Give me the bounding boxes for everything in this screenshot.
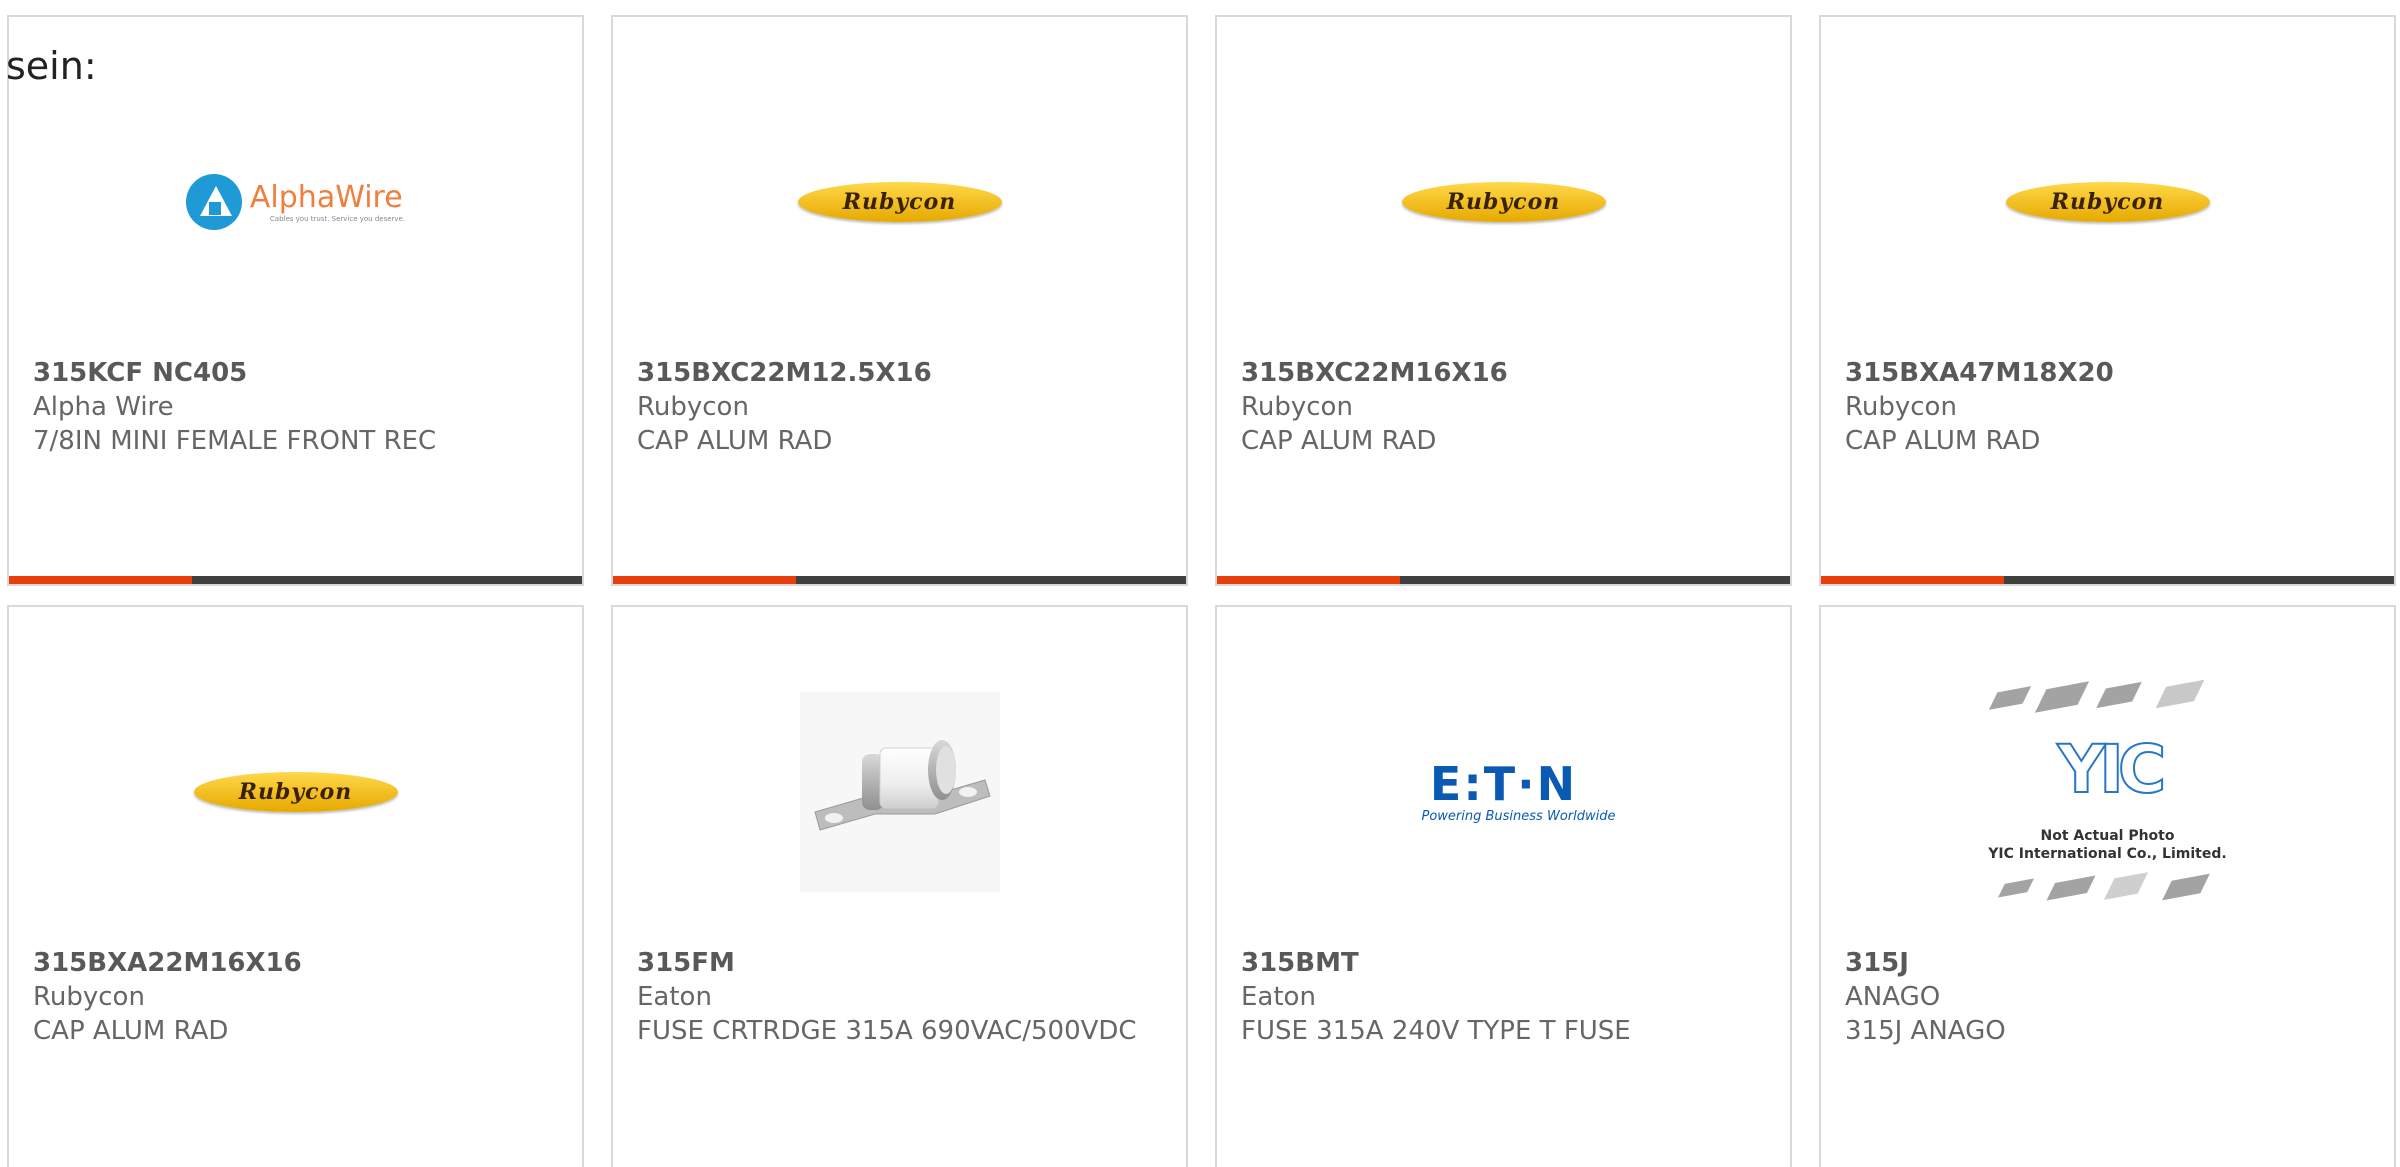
product-card[interactable]: E:T·N Powering Business Worldwide 315BMT… bbox=[1215, 605, 1792, 1167]
product-card[interactable]: Rubycon 315BXA22M16X16 Rubycon CAP ALUM … bbox=[7, 605, 584, 1167]
product-card[interactable]: YIC Not Actual Photo YIC International C… bbox=[1819, 605, 2396, 1167]
manufacturer-name: Eaton bbox=[1241, 982, 1316, 1012]
eaton-logo: E:T·N Powering Business Worldwide bbox=[1392, 761, 1616, 824]
manufacturer-name: ANAGO bbox=[1845, 982, 1941, 1012]
manufacturer-name: Rubycon bbox=[33, 982, 145, 1012]
manufacturer-name: Eaton bbox=[637, 982, 712, 1012]
product-description: CAP ALUM RAD bbox=[1241, 426, 1437, 456]
product-image[interactable]: Rubycon bbox=[613, 77, 1186, 327]
chip-icon bbox=[2045, 875, 2096, 901]
card-bottom-bar bbox=[1821, 576, 2394, 584]
manufacturer-name: Rubycon bbox=[1241, 392, 1353, 422]
product-info: 315BXA47M18X20 Rubycon CAP ALUM RAD bbox=[1845, 356, 2374, 458]
product-image[interactable] bbox=[613, 667, 1186, 917]
card-bottom-bar bbox=[1217, 576, 1790, 584]
yic-placeholder-image: YIC Not Actual Photo YIC International C… bbox=[1973, 667, 2243, 917]
chip-icon bbox=[2155, 679, 2204, 709]
card-bottom-bar bbox=[9, 576, 582, 584]
manufacturer-name: Alpha Wire bbox=[33, 392, 174, 422]
alphawire-logo-tagline: Cables you trust. Service you deserve. bbox=[269, 215, 406, 223]
part-number-link[interactable]: 315J bbox=[1845, 946, 2374, 980]
product-card[interactable]: Rubycon 315BXA47M18X20 Rubycon CAP ALUM … bbox=[1819, 15, 2396, 586]
product-image[interactable]: AlphaWire Cables you trust. Service you … bbox=[9, 77, 582, 327]
yic-note-line1: Not Actual Photo bbox=[2040, 828, 2175, 844]
product-info: 315FM Eaton FUSE CRTRDGE 315A 690VAC/500… bbox=[637, 946, 1166, 1048]
product-description: CAP ALUM RAD bbox=[33, 1016, 229, 1046]
card-accent-bar bbox=[1821, 576, 2004, 584]
product-card[interactable]: Rubycon 315BXC22M12.5X16 Rubycon CAP ALU… bbox=[611, 15, 1188, 586]
part-number-link[interactable]: 315BXC22M12.5X16 bbox=[637, 356, 1166, 390]
chip-icon bbox=[2103, 872, 2148, 900]
page: sein: AlphaWire Cables you trust. Servic… bbox=[0, 0, 2400, 1167]
card-accent-bar bbox=[613, 576, 796, 584]
product-description: CAP ALUM RAD bbox=[1845, 426, 2041, 456]
eaton-logo-text: E:T·N bbox=[1429, 756, 1578, 811]
manufacturer-name: Rubycon bbox=[637, 392, 749, 422]
product-card[interactable]: 315FM Eaton FUSE CRTRDGE 315A 690VAC/500… bbox=[611, 605, 1188, 1167]
chip-icon bbox=[1988, 686, 2031, 710]
card-accent-bar bbox=[9, 576, 192, 584]
product-image[interactable]: YIC Not Actual Photo YIC International C… bbox=[1821, 667, 2394, 917]
product-card[interactable]: AlphaWire Cables you trust. Service you … bbox=[7, 15, 584, 586]
product-image[interactable]: Rubycon bbox=[1217, 77, 1790, 327]
product-info: 315J ANAGO 315J ANAGO bbox=[1845, 946, 2374, 1048]
chip-icon bbox=[2161, 873, 2210, 901]
rubycon-logo: Rubycon bbox=[193, 772, 398, 812]
product-image[interactable]: E:T·N Powering Business Worldwide bbox=[1217, 667, 1790, 917]
product-info: 315BXA22M16X16 Rubycon CAP ALUM RAD bbox=[33, 946, 562, 1048]
yic-note-line2: YIC International Co., Limited. bbox=[1988, 846, 2227, 862]
fuse-cartridge-icon bbox=[813, 740, 991, 831]
product-grid: AlphaWire Cables you trust. Service you … bbox=[0, 0, 2400, 1167]
product-info: 315BXC22M16X16 Rubycon CAP ALUM RAD bbox=[1241, 356, 1770, 458]
alphawire-logo-text: AlphaWire bbox=[249, 180, 403, 215]
part-number-link[interactable]: 315BMT bbox=[1241, 946, 1770, 980]
product-info: 315BXC22M12.5X16 Rubycon CAP ALUM RAD bbox=[637, 356, 1166, 458]
product-description: FUSE 315A 240V TYPE T FUSE bbox=[1241, 1016, 1631, 1046]
product-card[interactable]: Rubycon 315BXC22M16X16 Rubycon CAP ALUM … bbox=[1215, 15, 1792, 586]
card-bottom-bar bbox=[613, 576, 1186, 584]
rubycon-logo: Rubycon bbox=[1401, 182, 1606, 222]
alphawire-logo: AlphaWire Cables you trust. Service you … bbox=[185, 174, 406, 230]
intro-text: sein: bbox=[6, 44, 97, 88]
yic-logo: YIC bbox=[2057, 731, 2168, 808]
product-info: 315BMT Eaton FUSE 315A 240V TYPE T FUSE bbox=[1241, 946, 1770, 1048]
product-description: FUSE CRTRDGE 315A 690VAC/500VDC bbox=[637, 1016, 1137, 1046]
product-description: 7/8IN MINI FEMALE FRONT REC bbox=[33, 426, 437, 456]
part-number-link[interactable]: 315KCF NC405 bbox=[33, 356, 562, 390]
chip-icon bbox=[1997, 878, 2034, 898]
product-image[interactable]: Rubycon bbox=[9, 667, 582, 917]
manufacturer-name: Rubycon bbox=[1845, 392, 1957, 422]
rubycon-logo: Rubycon bbox=[2005, 182, 2210, 222]
part-number-link[interactable]: 315FM bbox=[637, 946, 1166, 980]
card-accent-bar bbox=[1217, 576, 1400, 584]
rubycon-logo: Rubycon bbox=[797, 182, 1002, 222]
alphawire-logo-icon bbox=[185, 174, 242, 230]
product-description: 315J ANAGO bbox=[1845, 1016, 2006, 1046]
chip-icon bbox=[2034, 681, 2089, 713]
part-number-link[interactable]: 315BXA47M18X20 bbox=[1845, 356, 2374, 390]
product-image[interactable]: Rubycon bbox=[1821, 77, 2394, 327]
part-number-link[interactable]: 315BXA22M16X16 bbox=[33, 946, 562, 980]
product-info: 315KCF NC405 Alpha Wire 7/8IN MINI FEMAL… bbox=[33, 356, 562, 458]
part-number-link[interactable]: 315BXC22M16X16 bbox=[1241, 356, 1770, 390]
product-description: CAP ALUM RAD bbox=[637, 426, 833, 456]
fuse-photo bbox=[799, 692, 1000, 892]
chip-icon bbox=[2095, 681, 2142, 709]
eaton-logo-tagline: Powering Business Worldwide bbox=[1421, 808, 1616, 824]
